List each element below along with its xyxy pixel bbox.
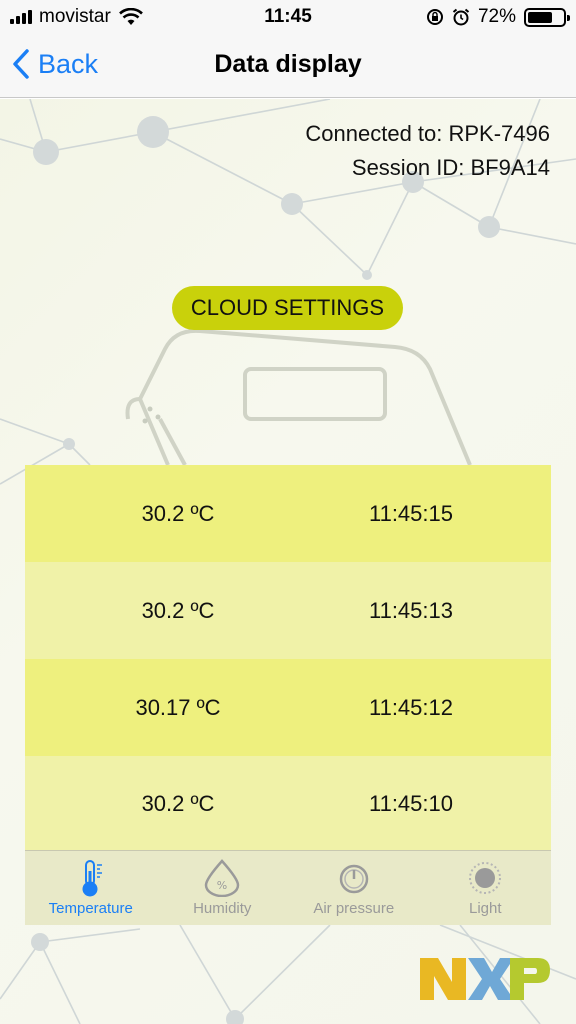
tab-label: Temperature — [48, 900, 133, 917]
battery-icon — [524, 7, 570, 27]
table-row: 30.17 ºC 11:45:12 — [25, 659, 551, 756]
readings-table: 30.2 ºC 11:45:15 30.2 ºC 11:45:13 30.17 … — [25, 465, 551, 851]
reading-time: 11:45:13 — [368, 597, 453, 623]
reading-time: 11:45:12 — [368, 694, 453, 720]
content-area: Connected to: RPK-7496 Session ID: BF9A1… — [0, 99, 576, 1024]
tab-label: Air pressure — [313, 900, 395, 917]
table-row: 30.2 ºC 11:45:13 — [25, 562, 551, 659]
thermometer-icon — [82, 860, 102, 897]
connection-info: Connected to: RPK-7496 Session ID: BF9A1… — [305, 117, 550, 185]
sensor-tab-bar: Temperature % Humidity Air pressure Ligh… — [25, 850, 551, 925]
reading-value: 30.2 ºC — [141, 597, 215, 623]
table-row: 30.2 ºC 11:45:15 — [25, 465, 551, 562]
status-bar: movistar 11:45 72% — [0, 0, 576, 34]
tab-air-pressure[interactable]: Air pressure — [288, 851, 420, 925]
navigation-bar: Back Data display — [0, 34, 576, 98]
battery-percent: 72% — [477, 6, 516, 27]
tab-humidity[interactable]: % Humidity — [157, 851, 289, 925]
rotation-lock-icon — [426, 9, 443, 25]
svg-text:%: % — [217, 879, 227, 892]
table-row: 30.2 ºC 11:45:10 — [25, 756, 551, 851]
tab-label: Humidity — [193, 900, 252, 917]
reading-value: 30.17 ºC — [135, 694, 221, 720]
reading-value: 30.2 ºC — [141, 500, 215, 526]
reading-time: 11:45:10 — [368, 790, 453, 816]
tab-temperature[interactable]: Temperature — [25, 851, 157, 925]
tab-label: Light — [468, 900, 502, 917]
reading-time: 11:45:15 — [368, 500, 453, 526]
page-title: Data display — [214, 50, 362, 78]
connected-device-text: Connected to: RPK-7496 — [305, 121, 550, 146]
status-right: 72% — [426, 6, 570, 28]
cloud-settings-button[interactable]: CLOUD SETTINGS — [172, 286, 403, 330]
gauge-icon — [339, 864, 368, 894]
battery-level — [528, 11, 553, 23]
humidity-drop-icon: % — [204, 859, 240, 897]
sun-icon — [469, 862, 502, 894]
session-id-text: Session ID: BF9A14 — [351, 155, 550, 180]
alarm-icon — [452, 8, 470, 26]
nxp-logo — [420, 958, 550, 1000]
tab-light[interactable]: Light — [420, 851, 552, 925]
reading-value: 30.2 ºC — [141, 790, 215, 816]
